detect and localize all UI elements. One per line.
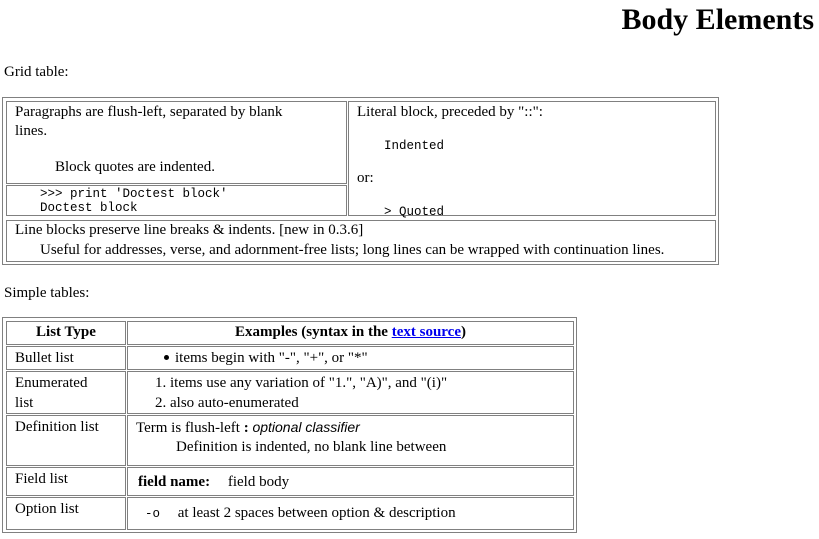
definition-term: Term is flush-left	[136, 420, 240, 436]
literal-block-cell: Literal block, preceded by "::": Indente…	[348, 101, 716, 219]
line-blocks-text: Line blocks preserve line breaks & inden…	[15, 222, 364, 238]
or-text: or:	[357, 170, 374, 186]
option-flag: -o	[145, 507, 161, 521]
field-body: field body	[227, 474, 290, 490]
enum-marker-1: 1.	[155, 375, 167, 391]
enum-marker-2: 2.	[155, 395, 167, 411]
enum-example-2: also auto-enumerated	[170, 395, 299, 411]
bullet-list-example: items begin with "-", "+", or "*"	[175, 350, 368, 366]
enumerated-list-type-line1: Enumerated	[15, 375, 88, 391]
definition-body: Definition is indented, no blank line be…	[176, 439, 447, 455]
header-list-type-label: List Type	[36, 324, 96, 340]
table-row-example: field name: field body	[127, 467, 574, 496]
doctest-cell: >>> print 'Doctest block' Doctest block	[6, 185, 347, 216]
bullet-icon	[164, 355, 169, 361]
header-examples: Examples (syntax in the text source)	[127, 321, 574, 345]
bullet-list-example-item: items begin with "-", "+", or "*"	[164, 348, 368, 368]
paragraphs-cell: Paragraphs are flush-left, separated by …	[6, 101, 347, 184]
definition-list-type: Definition list	[15, 419, 99, 435]
block-quote: Block quotes are indented.	[55, 159, 215, 175]
table-row-type: Enumerated list	[6, 371, 126, 414]
enum-example-1: items use any variation of "1.", "A)", a…	[170, 375, 448, 391]
enumerated-list-type-line2: list	[15, 395, 34, 411]
bullet-list-type: Bullet list	[15, 350, 74, 366]
page-title: Body Elements	[621, 3, 814, 36]
paragraphs-text-line2: lines.	[15, 123, 48, 139]
option-list-type: Option list	[15, 501, 79, 517]
simple-table: List Type Examples (syntax in the text s…	[2, 317, 577, 533]
field-name: field name:	[138, 474, 211, 490]
definition-separator: :	[243, 420, 249, 436]
table-row-type: Definition list	[6, 415, 126, 466]
line-blocks-detail: Useful for addresses, verse, and adornme…	[40, 242, 665, 258]
grid-table-label: Grid table:	[4, 64, 69, 80]
definition-classifier: optional classifier	[252, 419, 360, 435]
simple-tables-label: Simple tables:	[4, 285, 90, 301]
table-row-example: items begin with "-", "+", or "*"	[127, 346, 574, 370]
doctest-line2: Doctest block	[40, 201, 138, 215]
literal-indented: Indented	[384, 139, 445, 153]
option-description: at least 2 spaces between option & descr…	[177, 505, 456, 521]
literal-quoted: > Quoted	[384, 205, 445, 219]
literal-intro: Literal block, preceded by "::":	[357, 104, 543, 120]
line-blocks-cell: Line blocks preserve line breaks & inden…	[6, 220, 716, 262]
table-row-example: -o at least 2 spaces between option & de…	[127, 497, 574, 530]
header-examples-prefix: Examples (syntax in the	[235, 324, 392, 340]
grid-table: Paragraphs are flush-left, separated by …	[2, 97, 719, 265]
table-row-type: Field list	[6, 467, 126, 496]
field-list-type: Field list	[15, 471, 68, 487]
text-source-link[interactable]: text source	[392, 324, 461, 340]
table-row-type: Option list	[6, 497, 126, 530]
header-examples-suffix: )	[460, 324, 466, 340]
paragraphs-text-line1: Paragraphs are flush-left, separated by …	[15, 104, 283, 120]
table-row-example: Term is flush-left : optional classifier…	[127, 415, 574, 466]
table-row-type: Bullet list	[6, 346, 126, 370]
table-row-example: 1. items use any variation of "1.", "A)"…	[127, 371, 574, 414]
header-list-type: List Type	[6, 321, 126, 345]
doctest-line1: >>> print 'Doctest block'	[40, 187, 228, 201]
